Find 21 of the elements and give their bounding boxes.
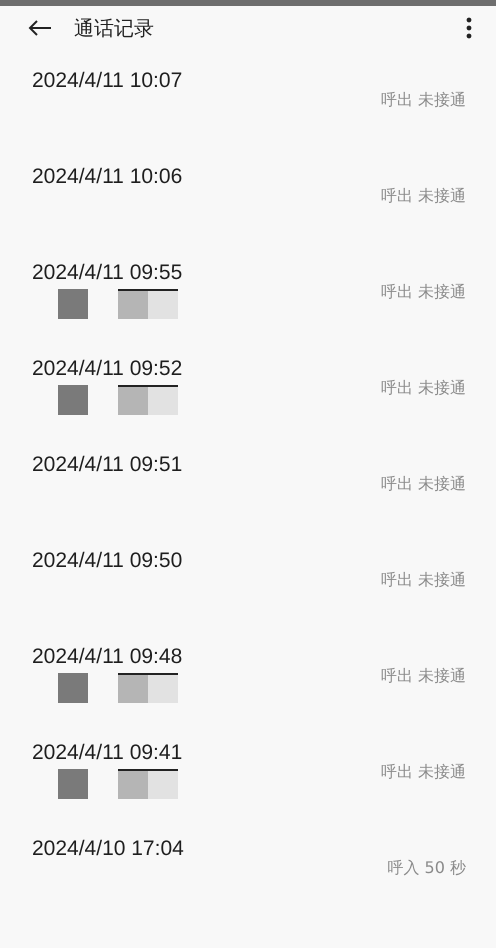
call-time: 2024/4/11 10:06 [32,165,184,189]
call-time: 2024/4/10 17:04 [32,837,185,861]
call-time: 2024/4/11 09:55 [32,261,184,285]
call-status: 呼出 未接通 [380,762,466,782]
call-time: 2024/4/11 09:52 [32,357,184,381]
call-status: 呼出 未接通 [380,666,466,686]
call-status: 呼出 未接通 [380,90,466,110]
call-status: 呼出 未接通 [380,282,466,302]
call-time: 2024/4/11 09:51 [32,453,184,477]
more-menu-icon[interactable] [466,17,472,39]
call-status: 呼出 未接通 [380,474,466,494]
call-status: 呼入 50 秒 [387,858,466,878]
back-arrow-icon[interactable] [28,19,52,37]
call-status: 呼出 未接通 [380,570,466,590]
page-title: 通话记录 [74,14,155,42]
call-time: 2024/4/11 09:41 [32,741,184,765]
call-status: 呼出 未接通 [380,378,466,398]
call-status: 呼出 未接通 [380,186,466,206]
call-time: 2024/4/11 10:07 [32,69,184,93]
call-time: 2024/4/11 09:48 [32,645,184,669]
call-time: 2024/4/11 09:50 [32,549,184,573]
